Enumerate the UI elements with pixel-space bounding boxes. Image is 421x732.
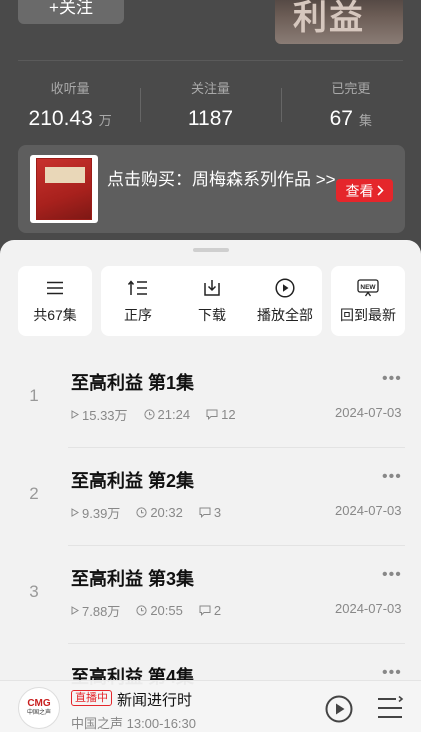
latest-button[interactable]: NEW 回到最新 <box>331 266 405 336</box>
episode-toolbar: 共67集 正序 下载 播放全部 NEW 回到最新 <box>18 266 405 336</box>
logo-subtext: 中国之声 <box>26 710 51 716</box>
follow-label: +关注 <box>49 0 93 17</box>
episode-sheet: 共67集 正序 下载 播放全部 NEW 回到最新 1 至高利益 第1集 ••• … <box>0 240 421 732</box>
promo-text: 点击购买：周梅森系列作品 >> <box>107 170 336 189</box>
episode-date: 2024-07-03 <box>335 405 402 420</box>
book-cover-image <box>30 155 98 223</box>
clock-icon <box>143 409 155 420</box>
comment-icon <box>199 605 211 616</box>
clock-icon <box>136 507 147 518</box>
episode-count-label: 共67集 <box>33 307 77 323</box>
play-circle-icon <box>274 277 296 299</box>
album-header: +关注 利益 收听量 210.43 万 关注量 1187 已完更 67 集 点击购买… <box>0 0 421 270</box>
cover-title: 利益 <box>293 0 365 38</box>
download-icon <box>201 277 223 299</box>
comment-count: 12 <box>221 407 236 422</box>
stat-episodes: 已完更 67 集 <box>281 78 421 138</box>
play-count: 7.88万 <box>82 604 121 619</box>
play-count: 9.39万 <box>82 506 121 521</box>
duration: 21:24 <box>157 407 191 422</box>
more-icon[interactable]: ••• <box>382 468 402 486</box>
playlist-icon[interactable] <box>376 695 404 721</box>
stat-followers: 关注量 1187 <box>140 78 280 138</box>
episode-meta: 15.33万 21:24 12 <box>71 405 252 424</box>
duration: 20:55 <box>150 603 183 618</box>
episode-title: 至高利益 第1集 <box>71 373 195 393</box>
episode-row[interactable]: 3 至高利益 第3集 ••• 7.88万 20:55 2 2024-07-03 <box>0 546 421 644</box>
download-label: 下载 <box>198 307 226 323</box>
episode-index: 3 <box>29 582 39 601</box>
follow-button[interactable]: +关注 <box>18 0 124 24</box>
stat-value: 210.43 <box>28 107 93 130</box>
stat-label: 收听量 <box>50 81 90 96</box>
episode-title: 至高利益 第3集 <box>71 569 195 589</box>
stat-divider <box>140 88 141 122</box>
play-count-icon <box>71 606 79 615</box>
episode-date: 2024-07-03 <box>335 503 402 518</box>
episode-row[interactable]: 2 至高利益 第2集 ••• 9.39万 20:32 3 2024-07-03 <box>0 448 421 546</box>
play-count-icon <box>71 410 79 419</box>
mini-player[interactable]: CMG 中国之声 直播中 新闻进行时 中国之声 13:00-16:30 <box>0 680 421 732</box>
episode-count-button[interactable]: 共67集 <box>18 266 92 336</box>
play-count: 15.33万 <box>82 408 128 423</box>
live-badge: 直播中 <box>71 690 112 706</box>
duration: 20:32 <box>150 505 183 520</box>
stat-unit: 集 <box>358 113 372 128</box>
comment-icon <box>206 409 218 420</box>
new-badge-icon: NEW <box>357 277 379 299</box>
play-all-label: 播放全部 <box>257 307 313 323</box>
clock-icon <box>136 605 147 616</box>
view-button[interactable]: 查看 <box>336 179 393 202</box>
stat-unit: 万 <box>98 113 112 128</box>
play-count-icon <box>71 508 79 517</box>
logo-text: CMG <box>27 698 51 709</box>
more-icon[interactable]: ••• <box>382 566 402 584</box>
stat-listens: 收听量 210.43 万 <box>0 78 140 138</box>
album-cover: 利益 <box>275 0 403 44</box>
comment-count: 3 <box>213 505 222 520</box>
station-logo: CMG 中国之声 <box>18 687 60 729</box>
sort-label: 正序 <box>124 307 152 323</box>
chevron-right-icon <box>376 185 384 196</box>
episode-date: 2024-07-03 <box>335 601 402 616</box>
episode-row[interactable]: 1 至高利益 第1集 ••• 15.33万 21:24 12 2024-07-0… <box>0 350 421 448</box>
new-badge-text: NEW <box>360 284 376 291</box>
stat-label: 已完更 <box>331 81 371 96</box>
episode-meta: 7.88万 20:55 2 <box>71 601 237 620</box>
stat-value: 67 <box>329 107 353 130</box>
latest-label: 回到最新 <box>340 307 396 323</box>
episode-index: 2 <box>29 484 39 503</box>
sort-button[interactable]: 正序 <box>101 266 175 336</box>
episode-meta: 9.39万 20:32 3 <box>71 503 237 522</box>
episode-title: 至高利益 第2集 <box>71 471 195 491</box>
comment-count: 2 <box>213 603 222 618</box>
download-button[interactable]: 下载 <box>175 266 249 336</box>
episode-index: 1 <box>29 386 39 405</box>
header-divider <box>18 60 403 61</box>
view-label: 查看 <box>345 182 374 199</box>
list-icon <box>44 277 66 299</box>
program-title: 新闻进行时 <box>117 692 193 709</box>
comment-icon <box>199 507 211 518</box>
stat-divider <box>281 88 282 122</box>
stat-value: 1187 <box>187 107 234 130</box>
sort-icon <box>127 277 149 299</box>
promo-banner[interactable]: 点击购买：周梅森系列作品 >> 查看 <box>18 145 405 233</box>
drag-handle[interactable] <box>193 248 229 252</box>
more-icon[interactable]: ••• <box>382 370 402 388</box>
play-icon[interactable] <box>325 695 353 723</box>
play-all-button[interactable]: 播放全部 <box>248 266 322 336</box>
stat-label: 关注量 <box>190 81 230 96</box>
stats-row: 收听量 210.43 万 关注量 1187 已完更 67 集 <box>0 78 421 138</box>
station-time: 中国之声 13:00-16:30 <box>71 716 197 731</box>
